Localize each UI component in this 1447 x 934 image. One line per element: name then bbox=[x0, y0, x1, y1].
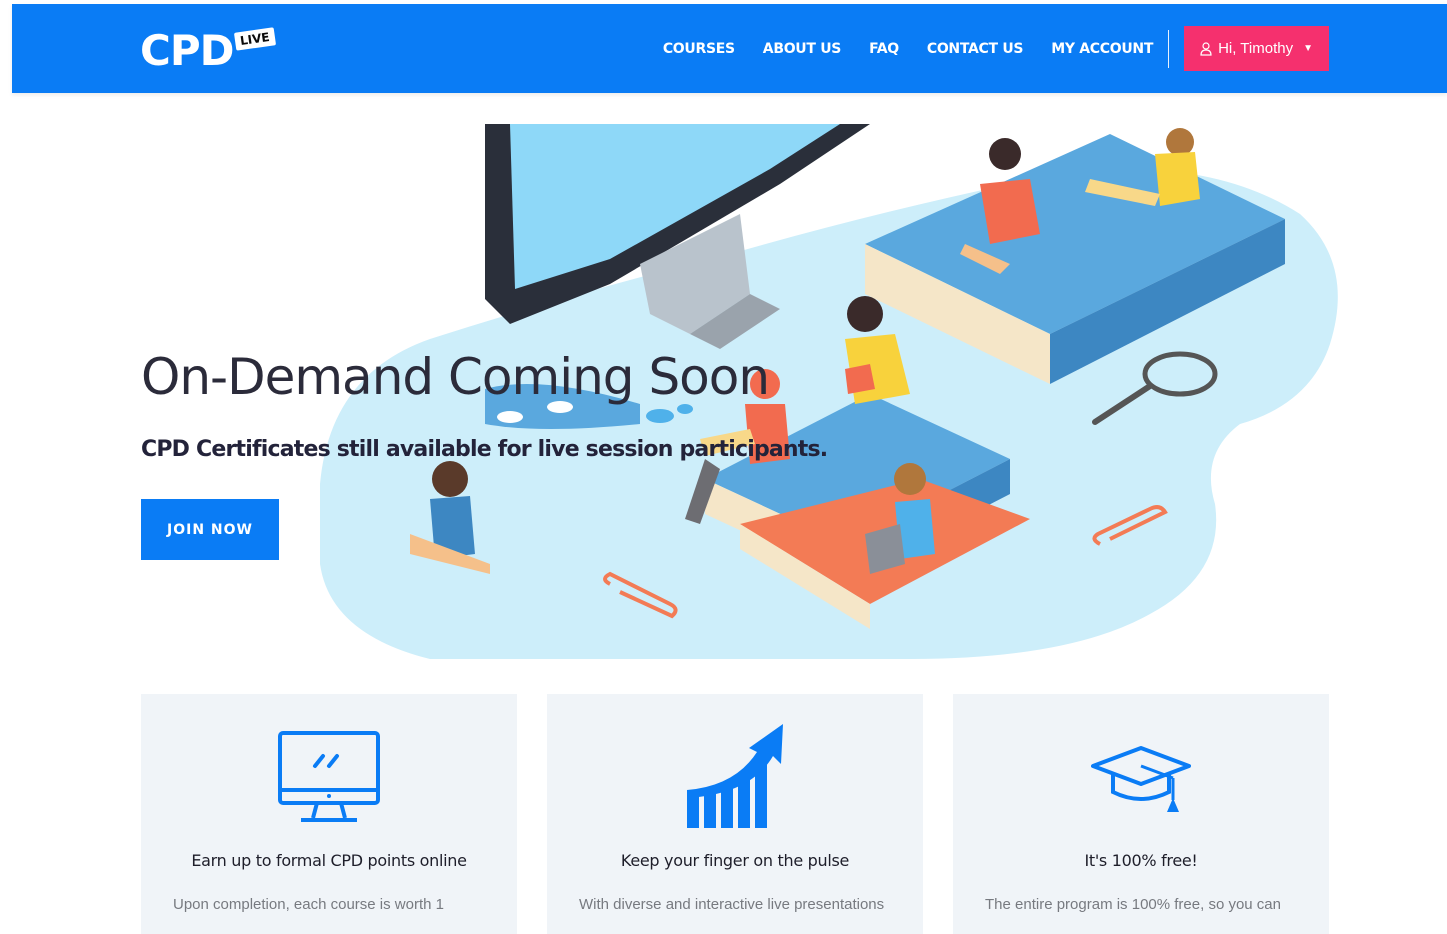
logo[interactable]: CPD LIVE bbox=[140, 26, 277, 76]
navbar: CPD LIVE COURSES ABOUT US FAQ CONTACT US… bbox=[12, 4, 1447, 93]
nav-contact-us[interactable]: CONTACT US bbox=[927, 41, 1024, 57]
feature-card: It's 100% free! The entire program is 10… bbox=[953, 694, 1329, 934]
feature-text: Upon completion, each course is worth 1 bbox=[173, 896, 444, 913]
join-now-button[interactable]: JOIN NOW bbox=[141, 499, 279, 560]
hero-title: On-Demand Coming Soon bbox=[141, 348, 770, 406]
nav-about-us[interactable]: ABOUT US bbox=[763, 41, 842, 57]
feature-card: Keep your finger on the pulse With diver… bbox=[547, 694, 923, 934]
user-greeting: Hi, Timothy bbox=[1218, 40, 1294, 57]
main-nav: COURSES ABOUT US FAQ CONTACT US MY ACCOU… bbox=[635, 26, 1329, 71]
nav-faq[interactable]: FAQ bbox=[869, 41, 899, 57]
feature-title: It's 100% free! bbox=[1084, 851, 1198, 870]
user-menu-button[interactable]: Hi, Timothy ▼ bbox=[1184, 26, 1329, 71]
user-icon bbox=[1200, 41, 1212, 56]
hero-subtitle: CPD Certificates still available for liv… bbox=[141, 437, 828, 462]
logo-text: CPD bbox=[140, 26, 234, 75]
growth-chart-icon bbox=[687, 724, 783, 828]
monitor-icon bbox=[278, 731, 380, 822]
nav-divider bbox=[1168, 29, 1170, 68]
feature-card: Earn up to formal CPD points online Upon… bbox=[141, 694, 517, 934]
feature-text: With diverse and interactive live presen… bbox=[579, 896, 885, 913]
feature-title: Earn up to formal CPD points online bbox=[191, 851, 467, 870]
graduation-cap-icon bbox=[1091, 746, 1191, 812]
nav-my-account[interactable]: MY ACCOUNT bbox=[1051, 41, 1153, 57]
nav-courses[interactable]: COURSES bbox=[663, 41, 735, 57]
feature-title: Keep your finger on the pulse bbox=[620, 851, 850, 870]
feature-text: The entire program is 100% free, so you … bbox=[985, 896, 1281, 913]
chevron-down-icon: ▼ bbox=[1303, 43, 1313, 54]
logo-badge: LIVE bbox=[234, 27, 277, 51]
